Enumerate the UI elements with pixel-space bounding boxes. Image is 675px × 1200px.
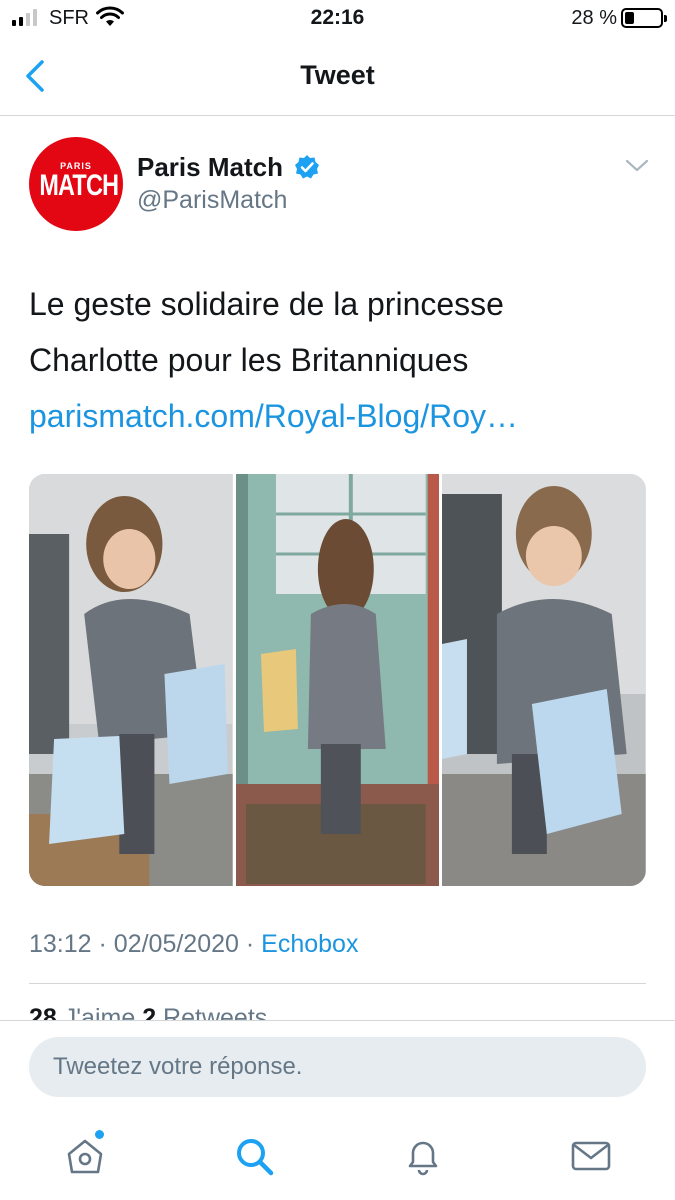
retweets-count: 2 <box>142 1004 157 1021</box>
tweet-photo-3[interactable] <box>442 474 646 886</box>
tweet-stats[interactable]: 28 J'aime 2 Retweets <box>29 1004 267 1021</box>
tweet-source[interactable]: Echobox <box>261 930 358 958</box>
search-icon[interactable] <box>232 1134 276 1178</box>
status-bar: SFR 22:16 28 % <box>0 0 675 38</box>
page-title: Tweet <box>300 60 375 90</box>
avatar-logo-text: MATCH <box>39 169 119 202</box>
battery-icon <box>621 8 667 28</box>
tweet-text: Le geste solidaire de la princesse Charl… <box>29 276 649 444</box>
reply-bar: Tweetez votre réponse. <box>0 1020 675 1110</box>
tweet-photo-2[interactable] <box>235 474 440 886</box>
tweet-text-line: Le geste solidaire de la princesse <box>29 286 504 322</box>
chevron-down-icon[interactable] <box>624 156 650 176</box>
tweet-media-gallery <box>29 474 646 886</box>
verified-badge-icon <box>295 155 319 179</box>
battery-percentage: 28 % <box>571 7 617 29</box>
retweets-label: Retweets <box>163 1004 268 1021</box>
author-handle[interactable]: @ParisMatch <box>137 186 287 215</box>
reply-input[interactable]: Tweetez votre réponse. <box>29 1037 646 1097</box>
separator: · <box>245 930 255 958</box>
tweet-date: 02/05/2020 <box>113 930 239 958</box>
divider <box>29 983 646 984</box>
navigation-bar: Tweet <box>0 38 675 116</box>
likes-label: J'aime <box>63 1004 136 1021</box>
avatar[interactable]: PARIS MATCH <box>29 137 123 231</box>
author-name[interactable]: Paris Match <box>137 152 283 183</box>
tab-bar <box>0 1110 675 1200</box>
notification-dot <box>95 1130 104 1139</box>
tweet-metadata: 13:12 · 02/05/2020 · Echobox <box>29 930 358 959</box>
tweet-photo-1[interactable] <box>29 474 233 886</box>
likes-count: 28 <box>29 1004 57 1021</box>
home-icon[interactable] <box>63 1134 107 1178</box>
tweet-link[interactable]: parismatch.com/Royal-Blog/Roy… <box>29 388 649 444</box>
separator: · <box>98 930 107 958</box>
messages-icon[interactable] <box>569 1134 613 1178</box>
tweet-time: 13:12 <box>29 930 92 958</box>
notifications-icon[interactable] <box>401 1134 445 1178</box>
tweet-text-line: Charlotte pour les Britanniques <box>29 342 469 378</box>
